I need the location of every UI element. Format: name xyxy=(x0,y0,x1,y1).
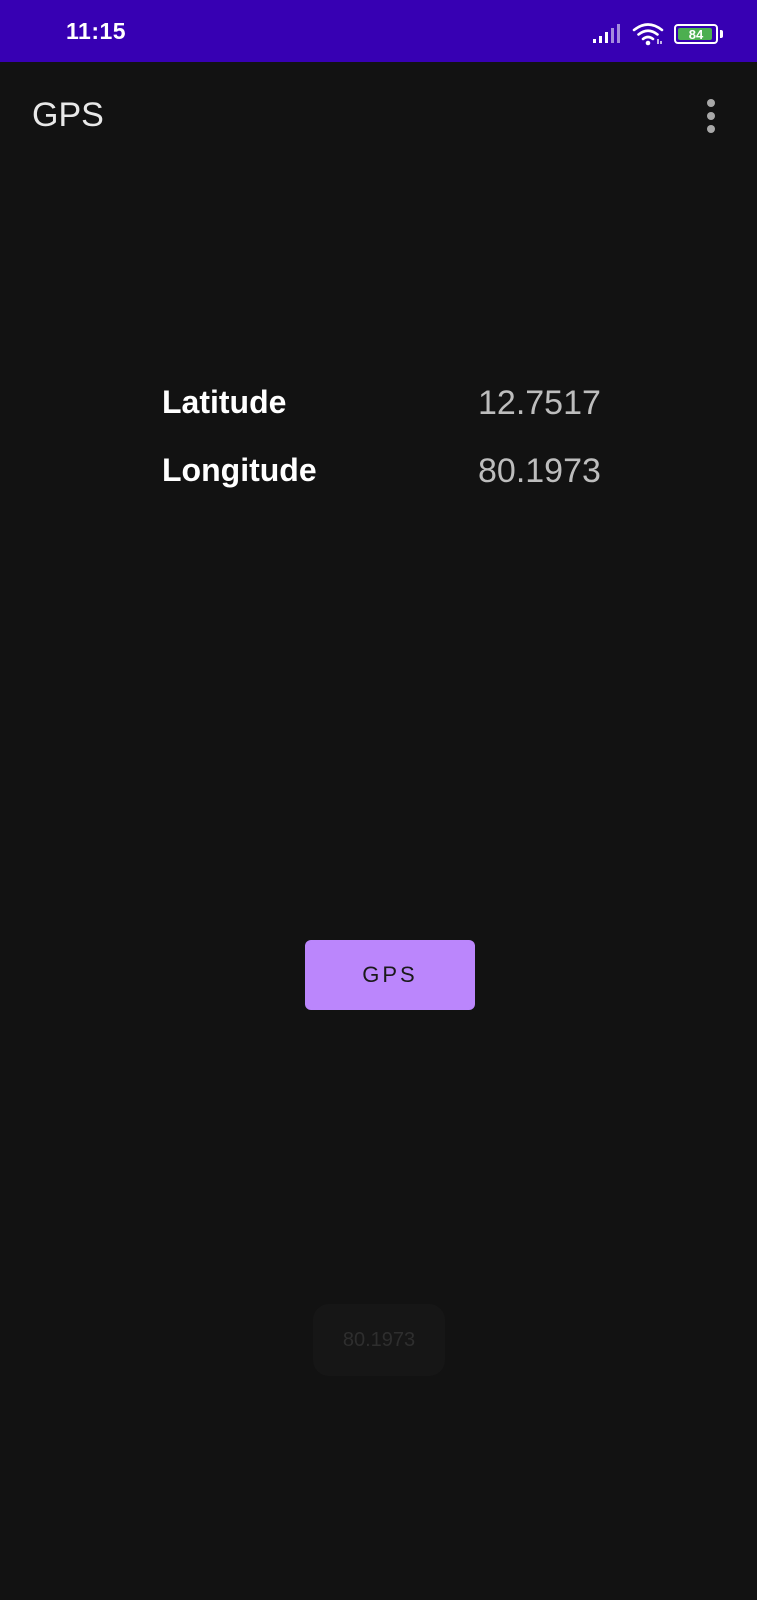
wifi-icon xyxy=(632,23,664,46)
app-title: GPS xyxy=(32,96,104,134)
gps-button[interactable]: GPS xyxy=(305,940,475,1010)
latitude-row: Latitude 12.7517 xyxy=(162,384,612,432)
longitude-label: Longitude xyxy=(162,452,317,488)
latitude-value: 12.7517 xyxy=(478,384,601,422)
battery-level: 84 xyxy=(688,26,704,42)
app-bar: GPS xyxy=(0,62,757,174)
latitude-label: Latitude xyxy=(162,384,287,420)
longitude-value: 80.1973 xyxy=(478,452,601,490)
status-icons: 84 xyxy=(592,20,723,48)
battery-cap xyxy=(720,30,723,38)
more-vert-icon xyxy=(707,99,715,133)
status-time: 11:15 xyxy=(66,18,127,44)
status-bar: 11:15 84 xyxy=(0,0,757,62)
toast-message: 80.1973 xyxy=(313,1304,445,1376)
signal-icon xyxy=(593,24,620,43)
overflow-menu-button[interactable] xyxy=(693,94,729,138)
longitude-row: Longitude 80.1973 xyxy=(162,452,612,500)
battery-icon: 84 xyxy=(674,24,718,44)
